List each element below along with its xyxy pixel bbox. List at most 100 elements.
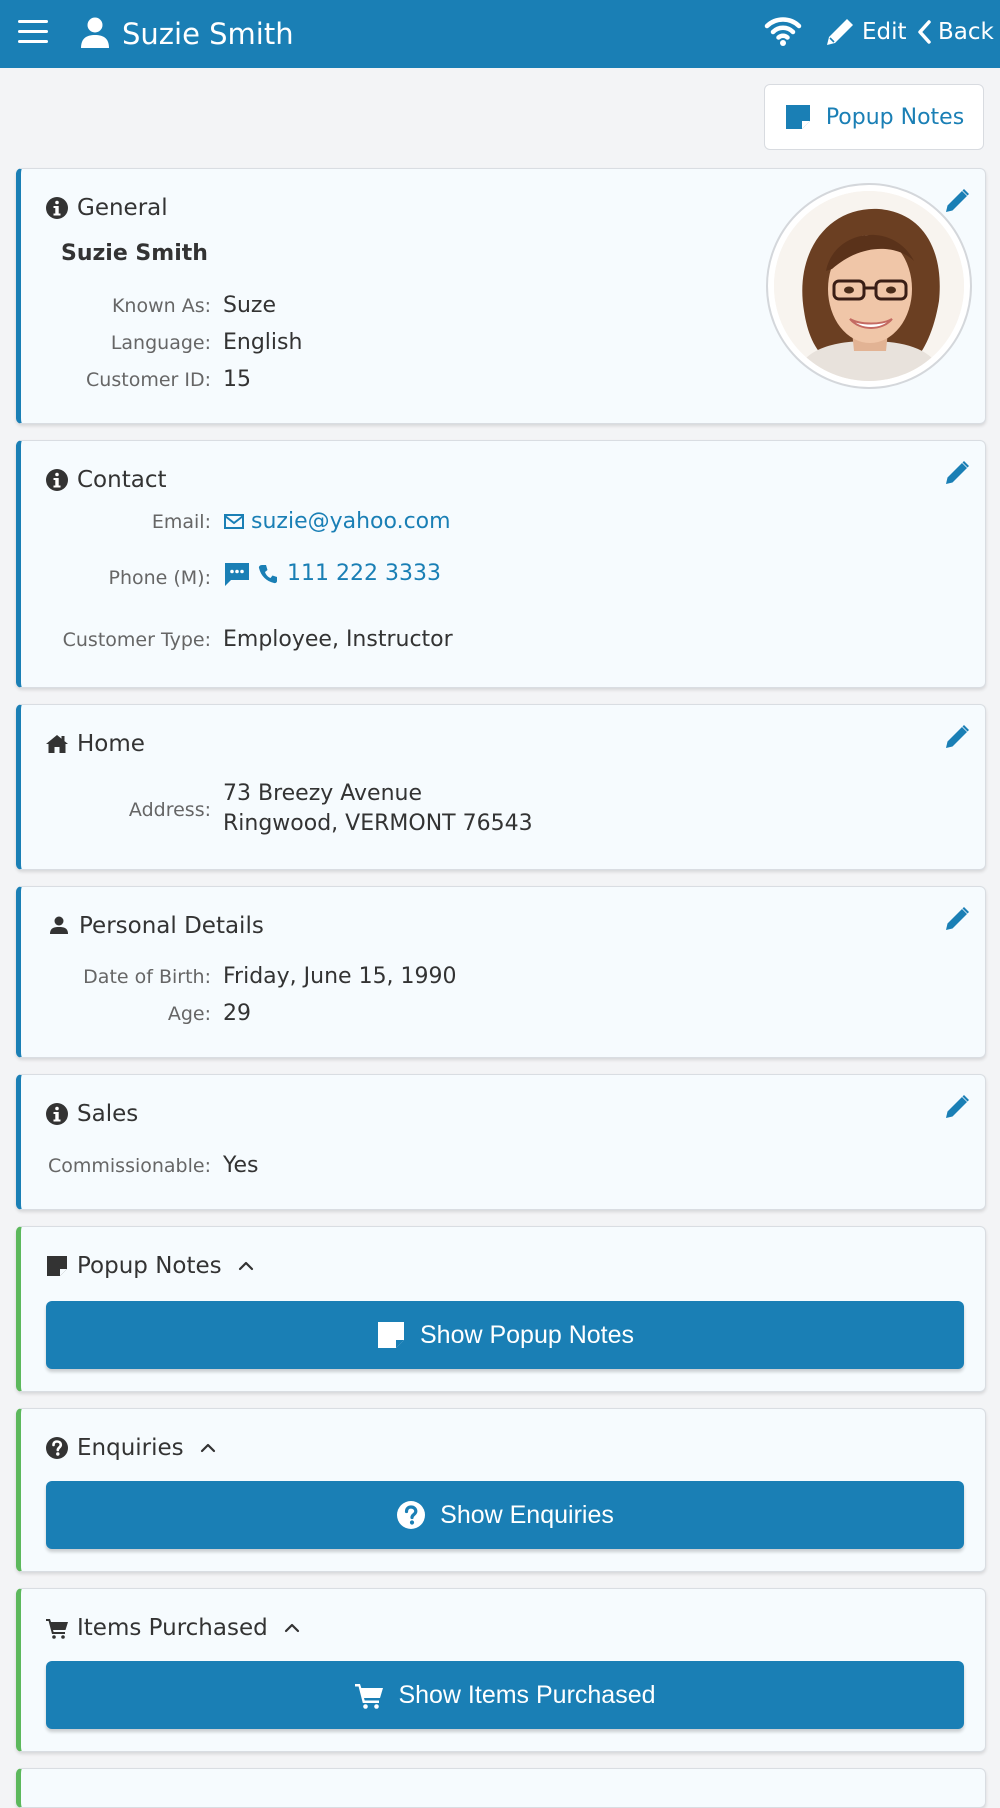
phone-icon	[258, 565, 277, 584]
sales-header: Sales	[45, 1099, 138, 1129]
customer-type-row: Customer Type: Employee, Instructor	[21, 625, 721, 655]
general-header: General	[45, 193, 168, 223]
top-bar: Suzie Smith Edit Back	[0, 0, 1000, 68]
language-row: Language: English	[21, 328, 721, 358]
popup-notes-title: Popup Notes	[77, 1253, 222, 1279]
dob-row: Date of Birth: Friday, June 15, 1990	[21, 962, 721, 992]
pencil-icon	[827, 16, 856, 45]
sms-icon[interactable]	[223, 560, 251, 588]
menu-icon[interactable]	[18, 20, 50, 46]
enquiries-title: Enquiries	[77, 1435, 184, 1461]
question-circle-icon	[46, 1437, 68, 1459]
email-value: suzie@yahoo.com	[251, 509, 451, 534]
customer-type-value: Employee, Instructor	[223, 627, 453, 652]
user-icon	[50, 916, 68, 934]
age-row: Age: 29	[21, 999, 721, 1029]
back-button[interactable]: Back	[916, 12, 994, 52]
dob-label: Date of Birth:	[83, 966, 211, 988]
sticky-note-icon	[47, 1256, 67, 1276]
popup-notes-card: Popup Notes Show Popup Notes	[16, 1226, 986, 1392]
phone-value: 111 222 3333	[287, 561, 441, 586]
edit-general-icon[interactable]	[943, 187, 971, 215]
show-items-purchased-button[interactable]: Show Items Purchased	[46, 1661, 964, 1729]
phone-row: Phone (M): 111 222 3333	[21, 559, 721, 593]
edit-home-icon[interactable]	[943, 723, 971, 751]
address-line-1: 73 Breezy Avenue	[223, 781, 423, 806]
chevron-left-icon	[918, 20, 931, 44]
show-popup-notes-label: Show Popup Notes	[419, 1320, 635, 1349]
items-purchased-card: Items Purchased Show Items Purchased	[16, 1588, 986, 1752]
known-as-value: Suze	[223, 293, 276, 318]
enquiries-header[interactable]: Enquiries	[45, 1433, 218, 1463]
phone-link[interactable]: 111 222 3333	[223, 559, 441, 593]
address-row: Address: 73 Breezy Avenue Ringwood, VERM…	[21, 779, 721, 839]
chevron-up-icon[interactable]	[282, 1618, 302, 1638]
items-purchased-header[interactable]: Items Purchased	[45, 1613, 302, 1643]
commissionable-label: Commissionable:	[47, 1155, 211, 1177]
envelope-icon	[224, 514, 244, 529]
popup-notes-button-label: Popup Notes	[825, 104, 965, 130]
personal-details-card: Personal Details Date of Birth: Friday, …	[16, 886, 986, 1058]
address-line-2: Ringwood, VERMONT 76543	[223, 811, 533, 836]
sales-title: Sales	[77, 1101, 139, 1127]
next-section-card	[16, 1768, 986, 1808]
general-card: General Suzie Smith Known As: Suze Langu…	[16, 168, 986, 424]
show-enquiries-label: Show Enquiries	[440, 1500, 614, 1529]
popup-notes-button[interactable]: Popup Notes	[764, 84, 984, 150]
contact-card: Contact Email: suzie@yahoo.com Phone (M)…	[16, 440, 986, 688]
language-label: Language:	[110, 332, 211, 354]
edit-sales-icon[interactable]	[943, 1093, 971, 1121]
customer-id-value: 15	[223, 367, 251, 392]
age-label: Age:	[167, 1003, 211, 1025]
home-icon	[46, 735, 68, 753]
sales-card: Sales Commissionable: Yes	[16, 1074, 986, 1210]
items-purchased-title: Items Purchased	[77, 1615, 268, 1641]
avatar	[766, 183, 972, 389]
home-header: Home	[45, 729, 145, 759]
language-value: English	[223, 330, 303, 355]
personal-details-title: Personal Details	[79, 913, 264, 939]
customer-type-label: Customer Type:	[62, 629, 211, 651]
contact-header: Contact	[45, 465, 166, 495]
chevron-up-icon[interactable]	[198, 1438, 218, 1458]
back-label: Back	[938, 19, 994, 45]
contact-title: Contact	[77, 467, 167, 493]
user-icon	[81, 17, 109, 48]
general-title: General	[77, 195, 168, 221]
sticky-note-icon	[785, 105, 810, 129]
cart-icon	[355, 1684, 384, 1709]
commissionable-value: Yes	[223, 1153, 259, 1178]
question-circle-icon	[397, 1501, 426, 1529]
email-label: Email:	[151, 511, 211, 533]
wifi-icon	[764, 17, 802, 46]
email-link[interactable]: suzie@yahoo.com	[223, 507, 451, 537]
personal-details-header: Personal Details	[45, 911, 264, 941]
age-value: 29	[223, 1001, 251, 1026]
customer-id-label: Customer ID:	[86, 369, 211, 391]
info-circle-icon	[46, 197, 68, 219]
home-title: Home	[77, 731, 145, 757]
info-circle-icon	[46, 1103, 68, 1125]
cart-icon	[46, 1619, 68, 1639]
sticky-note-icon	[377, 1322, 404, 1348]
customer-full-name: Suzie Smith	[61, 241, 208, 266]
edit-personal-details-icon[interactable]	[943, 905, 971, 933]
known-as-label: Known As:	[111, 295, 211, 317]
known-as-row: Known As: Suze	[21, 291, 721, 321]
edit-label: Edit	[862, 19, 907, 45]
show-popup-notes-button[interactable]: Show Popup Notes	[46, 1301, 964, 1369]
profile-photo	[774, 191, 964, 381]
info-circle-icon	[46, 469, 68, 491]
phone-label: Phone (M):	[108, 567, 211, 589]
chevron-up-icon[interactable]	[236, 1256, 256, 1276]
show-enquiries-button[interactable]: Show Enquiries	[46, 1481, 964, 1549]
popup-notes-header[interactable]: Popup Notes	[45, 1251, 256, 1281]
edit-button[interactable]: Edit	[822, 12, 907, 52]
email-row: Email: suzie@yahoo.com	[21, 507, 721, 537]
address-label: Address:	[128, 799, 211, 821]
home-card: Home Address: 73 Breezy Avenue Ringwood,…	[16, 704, 986, 870]
customer-id-row: Customer ID: 15	[21, 365, 721, 395]
dob-value: Friday, June 15, 1990	[223, 964, 457, 989]
enquiries-card: Enquiries Show Enquiries	[16, 1408, 986, 1572]
edit-contact-icon[interactable]	[943, 459, 971, 487]
